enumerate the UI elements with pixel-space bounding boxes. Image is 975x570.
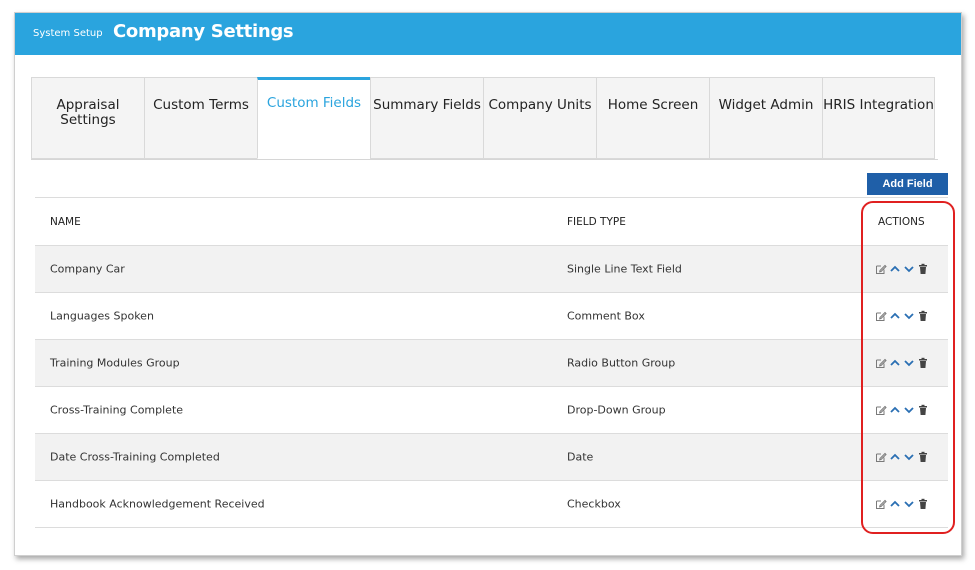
chevron-down-icon[interactable] — [903, 357, 915, 369]
tab-widget-admin[interactable]: Widget Admin — [709, 77, 822, 159]
trash-icon[interactable] — [917, 451, 929, 463]
chevron-down-icon[interactable] — [903, 263, 915, 275]
tab-home-screen[interactable]: Home Screen — [596, 77, 709, 159]
chevron-down-icon[interactable] — [903, 310, 915, 322]
field-name-cell: Company Car — [50, 262, 125, 276]
field-name-cell: Languages Spoken — [50, 309, 154, 323]
chevron-down-icon[interactable] — [903, 404, 915, 416]
page-title: Company Settings — [113, 21, 294, 42]
row-actions — [875, 451, 929, 463]
add-field-button[interactable]: Add Field — [867, 173, 948, 195]
row-actions — [875, 263, 929, 275]
column-header-actions: ACTIONS — [878, 215, 925, 228]
edit-icon[interactable] — [875, 451, 887, 463]
tab-summary-fields[interactable]: Summary Fields — [370, 77, 483, 159]
chevron-up-icon[interactable] — [889, 310, 901, 322]
field-type-cell: Checkbox — [567, 497, 621, 511]
field-type-cell: Comment Box — [567, 309, 645, 323]
chevron-up-icon[interactable] — [889, 263, 901, 275]
tab-label: Custom Terms — [153, 97, 249, 113]
edit-icon[interactable] — [875, 357, 887, 369]
edit-icon[interactable] — [875, 404, 887, 416]
trash-icon[interactable] — [917, 310, 929, 322]
tab-label: Appraisal Settings — [56, 97, 120, 128]
field-name-cell: Handbook Acknowledgement Received — [50, 497, 265, 511]
tab-custom-terms[interactable]: Custom Terms — [144, 77, 257, 159]
field-type-cell: Drop-Down Group — [567, 403, 666, 417]
field-type-cell: Date — [567, 450, 594, 464]
app-window: System Setup Company Settings Appraisal … — [14, 12, 962, 556]
edit-icon[interactable] — [875, 310, 887, 322]
table-row: Training Modules Group Radio Button Grou… — [35, 340, 948, 387]
table-row: Cross-Training Complete Drop-Down Group — [35, 387, 948, 434]
row-actions — [875, 310, 929, 322]
page-header: System Setup Company Settings — [15, 13, 961, 55]
trash-icon[interactable] — [917, 263, 929, 275]
tab-label: Home Screen — [607, 97, 699, 113]
tab-label: Company Units — [488, 97, 592, 113]
tab-appraisal-settings[interactable]: Appraisal Settings — [31, 77, 144, 159]
table-row: Handbook Acknowledgement Received Checkb… — [35, 481, 948, 528]
custom-fields-table: NAME FIELD TYPE ACTIONS Company Car Sing… — [35, 197, 948, 528]
settings-tabs: Appraisal Settings Custom Terms Custom F… — [31, 77, 938, 160]
field-name-cell: Cross-Training Complete — [50, 403, 184, 417]
tab-label: Custom Fields — [266, 95, 362, 111]
trash-icon[interactable] — [917, 404, 929, 416]
table-header: NAME FIELD TYPE ACTIONS — [35, 197, 948, 246]
row-actions — [875, 498, 929, 510]
field-name-cell: Training Modules Group — [50, 356, 180, 370]
column-header-name[interactable]: NAME — [50, 216, 81, 228]
tab-label: HRIS Integration — [823, 97, 934, 113]
edit-icon[interactable] — [875, 498, 887, 510]
chevron-up-icon[interactable] — [889, 404, 901, 416]
chevron-up-icon[interactable] — [889, 498, 901, 510]
field-name-cell: Date Cross-Training Completed — [50, 450, 220, 464]
edit-icon[interactable] — [875, 263, 887, 275]
table-body: Company Car Single Line Text Field Langu… — [35, 246, 948, 528]
table-row: Languages Spoken Comment Box — [35, 293, 948, 340]
tab-company-units[interactable]: Company Units — [483, 77, 596, 159]
tab-hris-integration[interactable]: HRIS Integration — [822, 77, 935, 159]
chevron-up-icon[interactable] — [889, 357, 901, 369]
field-type-cell: Radio Button Group — [567, 356, 676, 370]
table-row: Date Cross-Training Completed Date — [35, 434, 948, 481]
row-actions — [875, 404, 929, 416]
tab-custom-fields[interactable]: Custom Fields — [257, 77, 370, 159]
row-actions — [875, 357, 929, 369]
trash-icon[interactable] — [917, 357, 929, 369]
column-header-field-type[interactable]: FIELD TYPE — [567, 216, 626, 228]
tab-label: Widget Admin — [718, 97, 814, 113]
trash-icon[interactable] — [917, 498, 929, 510]
tab-label: Summary Fields — [373, 97, 481, 113]
table-row: Company Car Single Line Text Field — [35, 246, 948, 293]
chevron-down-icon[interactable] — [903, 498, 915, 510]
chevron-down-icon[interactable] — [903, 451, 915, 463]
breadcrumb[interactable]: System Setup — [33, 28, 103, 39]
chevron-up-icon[interactable] — [889, 451, 901, 463]
field-type-cell: Single Line Text Field — [567, 262, 682, 276]
